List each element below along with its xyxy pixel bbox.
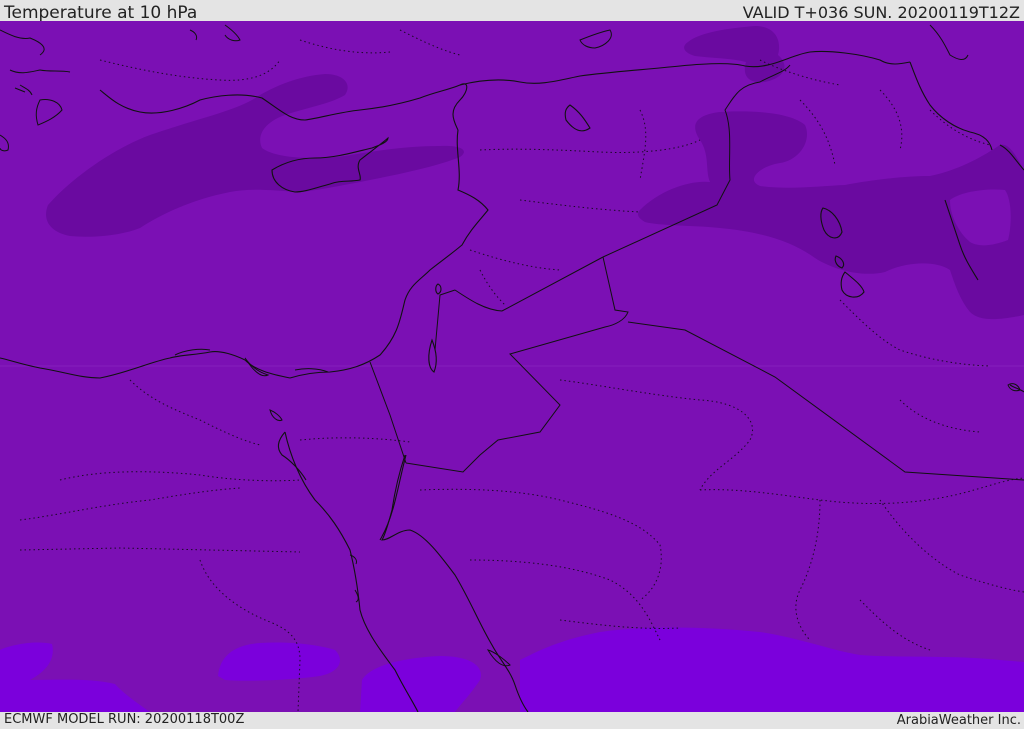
map-header: Temperature at 10 hPa VALID T+036 SUN. 2… <box>0 0 1024 23</box>
model-run-label: ECMWF MODEL RUN: 20200118T00Z <box>4 712 245 727</box>
map-footer: ECMWF MODEL RUN: 20200118T00Z ArabiaWeat… <box>0 712 1024 729</box>
base-temperature-field <box>0 21 1024 712</box>
temperature-map <box>0 21 1024 712</box>
map-canvas <box>0 21 1024 712</box>
valid-time: VALID T+036 SUN. 20200119T12Z <box>742 3 1020 22</box>
map-title: Temperature at 10 hPa <box>4 3 198 23</box>
credit-label: ArabiaWeather Inc. <box>896 713 1021 728</box>
